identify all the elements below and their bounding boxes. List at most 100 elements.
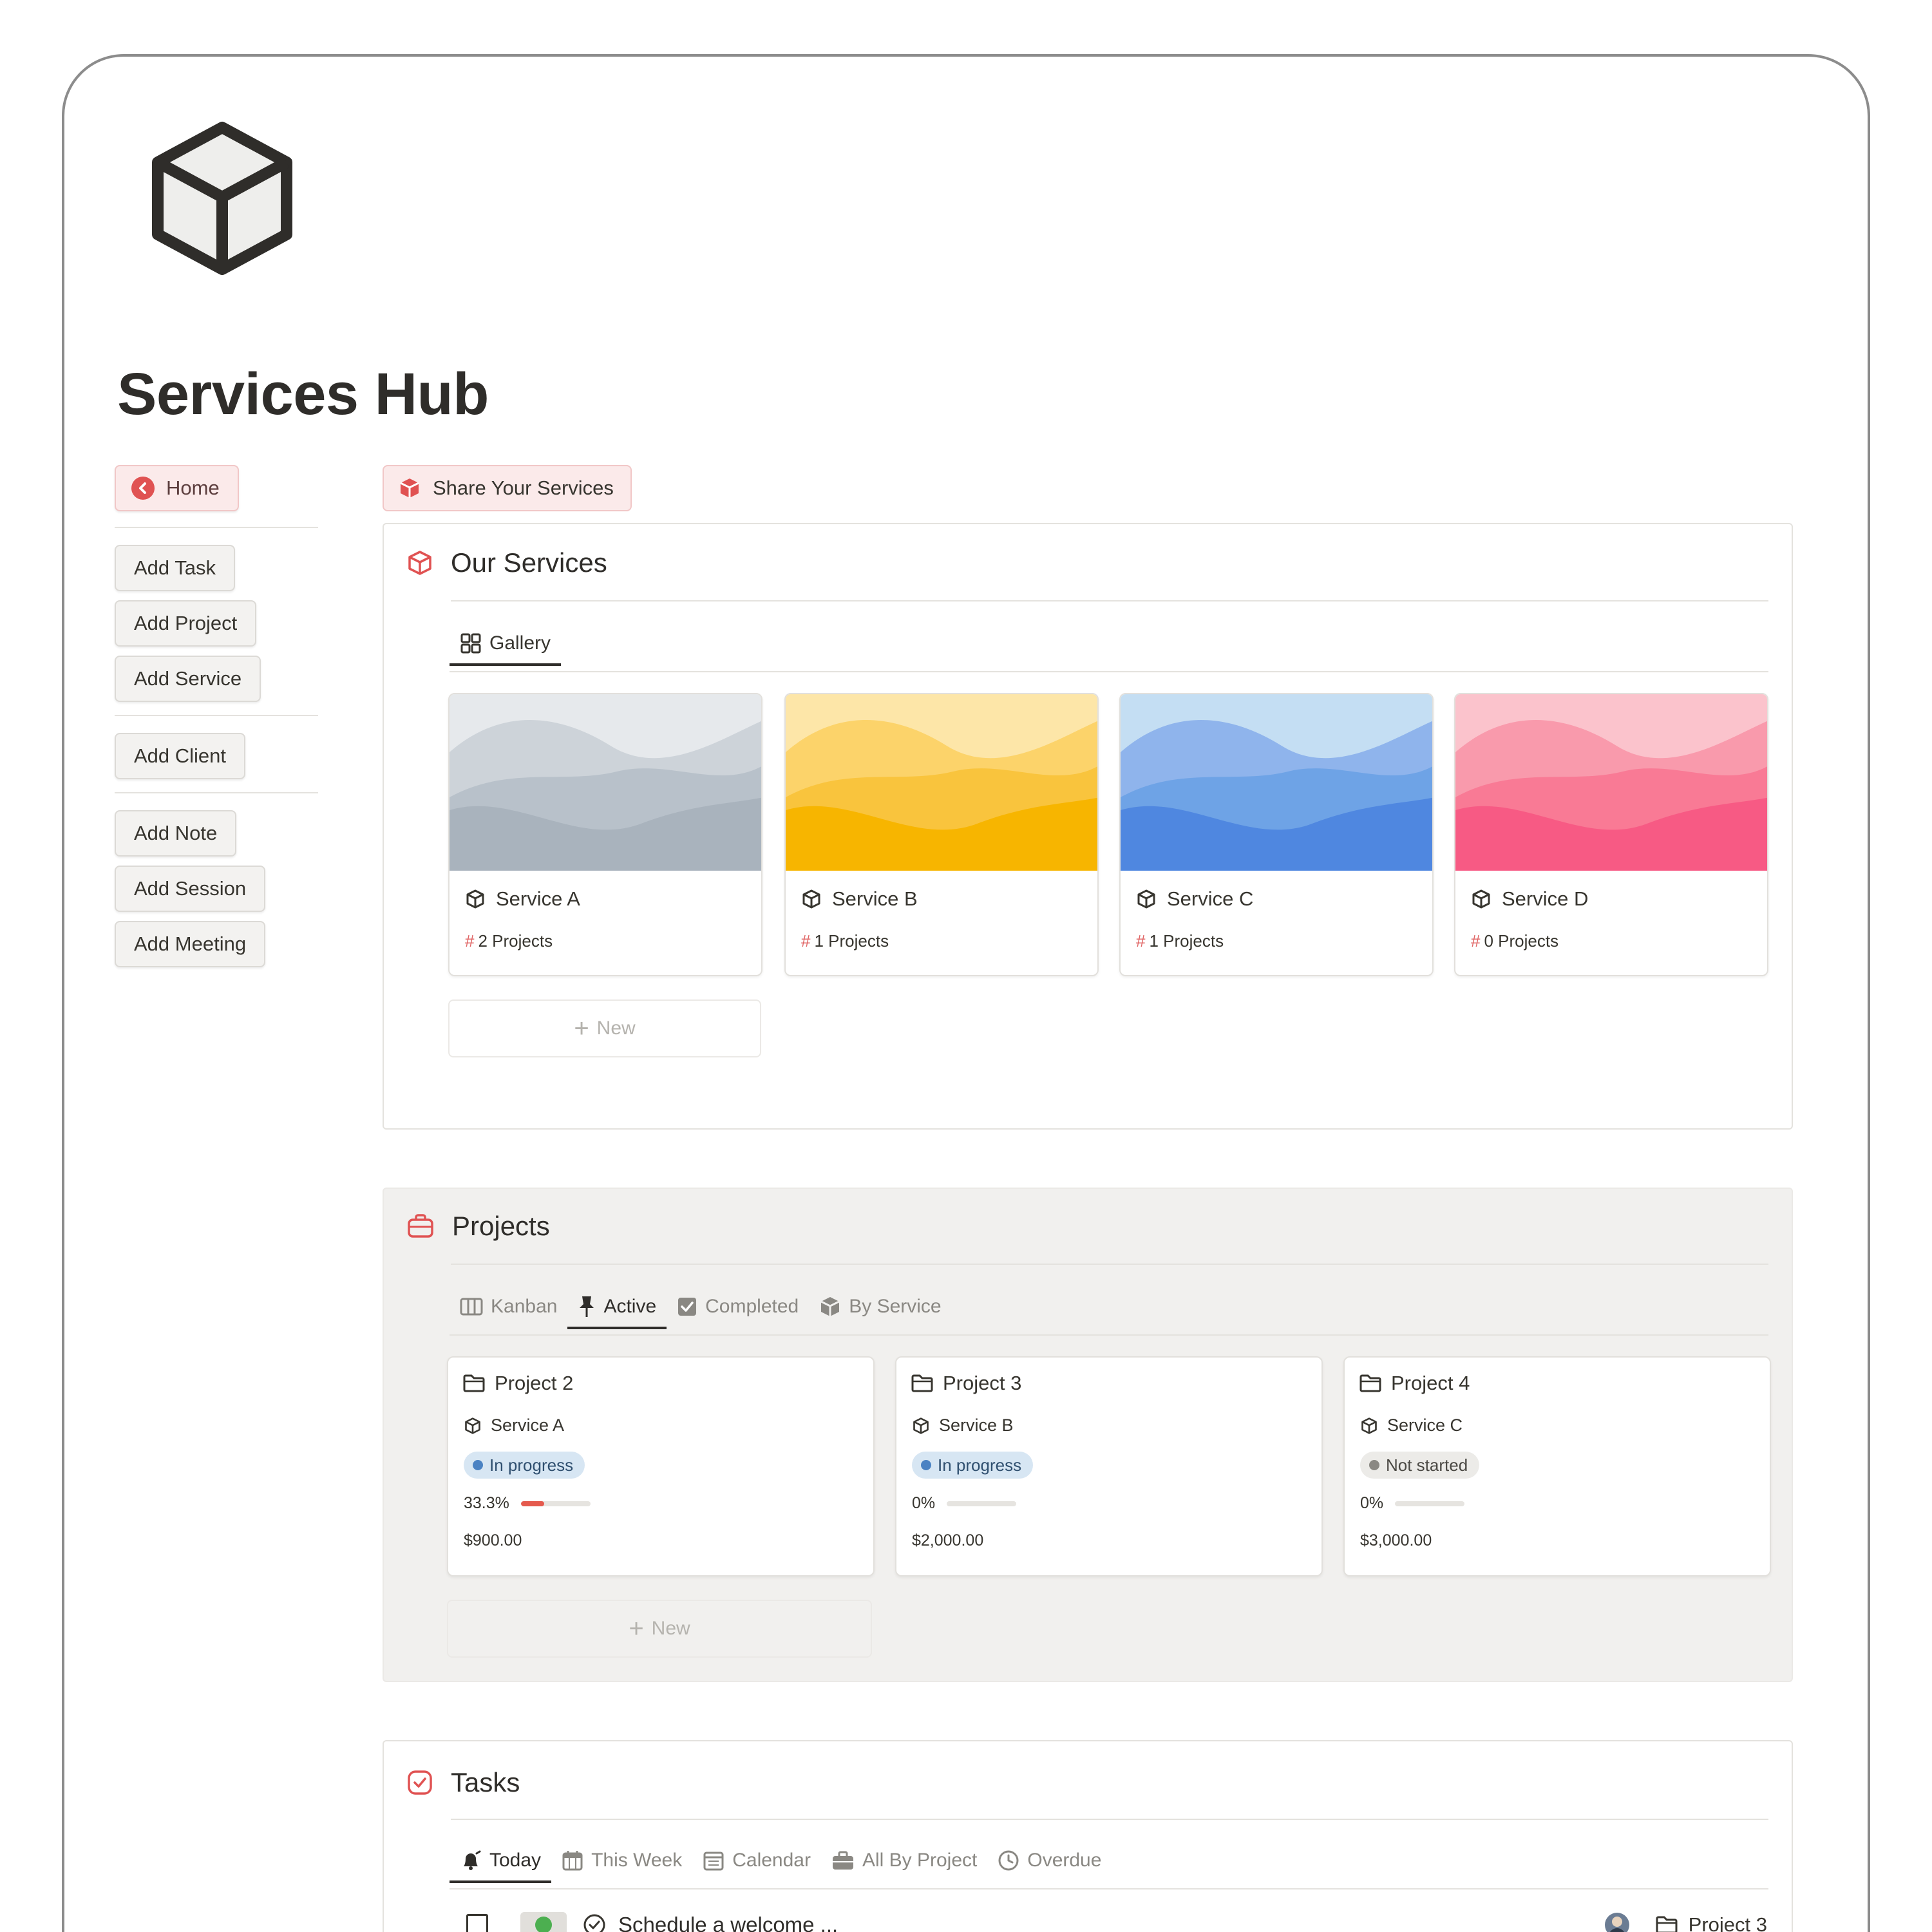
tab-this-week[interactable]: This Week [551,1838,692,1883]
project-service-label: Service C [1387,1416,1463,1435]
tab-active-label: Active [603,1296,657,1317]
project-card[interactable]: Project 3 Service B In progress 0% $2,000.00 [895,1356,1323,1577]
box-icon [1361,1417,1377,1434]
task-row[interactable]: Schedule a welcome ... Project 3 [466,1902,1767,1932]
sidebar-divider [115,715,318,716]
cube-icon [152,122,292,275]
service-project-count: #1 Projects [1136,931,1224,951]
check-circle-icon [583,1914,605,1932]
services-title: Our Services [451,547,607,578]
tab-kanban[interactable]: Kanban [450,1284,567,1329]
project-price: $2,000.00 [912,1531,984,1549]
tab-all-by-project[interactable]: All By Project [821,1838,987,1883]
project-name: Project 3 [911,1372,1021,1395]
plus-icon: + [574,1014,589,1043]
project-name-label: Project 3 [943,1372,1022,1394]
project-price: $3,000.00 [1360,1531,1432,1549]
service-card[interactable]: Service B #1 Projects [784,693,1099,976]
folder-icon [463,1374,485,1392]
pin-icon [580,1296,594,1317]
service-cover-image [786,694,1097,871]
project-price: $900.00 [464,1531,522,1549]
tab-by-service[interactable]: By Service [809,1284,951,1329]
add-meeting-button[interactable]: Add Meeting [115,921,266,967]
progress-bar [1395,1501,1465,1506]
service-project-count: #2 Projects [465,931,553,951]
service-cover-image [1455,694,1767,871]
task-checkbox[interactable] [466,1914,488,1932]
service-card[interactable]: Service A #2 Projects [448,693,762,976]
add-task-button[interactable]: Add Task [115,545,235,591]
project-count-label: 0 Projects [1484,931,1559,951]
tab-active[interactable]: Active [567,1284,667,1329]
calendar-icon [703,1852,724,1871]
service-card[interactable]: Service D #0 Projects [1454,693,1768,976]
box-icon [1472,889,1490,909]
tab-completed[interactable]: Completed [667,1284,809,1329]
task-status-toggle[interactable] [520,1912,567,1932]
status-dot [473,1460,483,1470]
avatar [1604,1913,1629,1932]
tab-today[interactable]: Today [450,1838,552,1883]
service-name: Service D [1471,887,1588,911]
progress-bar [520,1501,591,1506]
status-dot [1369,1460,1379,1470]
bell-icon [464,1850,481,1870]
project-progress: 0% [912,1494,1017,1513]
new-service-button[interactable]: + New [448,999,761,1057]
tabs-divider [450,1888,1768,1889]
project-count-label: 1 Projects [814,931,889,951]
calendar-week-icon [562,1851,583,1871]
tab-this-week-label: This Week [591,1850,683,1871]
add-client-button[interactable]: Add Client [115,733,246,779]
home-button[interactable]: Home [115,465,239,511]
tab-gallery[interactable]: Gallery [450,621,562,666]
share-services-button[interactable]: Share Your Services [383,465,632,511]
progress-fill [520,1501,544,1506]
share-services-label: Share Your Services [433,477,614,499]
add-note-button[interactable]: Add Note [115,810,237,857]
status-badge: In progress [464,1452,585,1479]
projects-header: Projects [407,1211,550,1242]
tab-calendar[interactable]: Calendar [692,1838,821,1883]
services-header: Our Services [407,547,607,578]
briefcase-icon [832,1851,853,1870]
status-label: In progress [938,1455,1022,1475]
task-title: Schedule a welcome ... [618,1913,838,1932]
project-progress: 33.3% [464,1494,591,1513]
header-divider [451,1819,1768,1820]
gallery-icon [460,633,481,654]
box-icon [802,889,820,909]
project-service-label: Service B [939,1416,1014,1435]
service-card[interactable]: Service C #1 Projects [1119,693,1434,976]
add-service-button[interactable]: Add Service [115,656,261,702]
status-badge: In progress [912,1452,1034,1479]
project-service: Service C [1360,1416,1463,1435]
add-session-button[interactable]: Add Session [115,866,266,912]
projects-title: Projects [452,1211,550,1241]
project-service: Service B [912,1416,1014,1435]
header-divider [451,1264,1768,1265]
add-project-button[interactable]: Add Project [115,600,257,647]
project-name-label: Project 2 [495,1372,574,1394]
new-service-label: New [596,1018,636,1039]
status-dot [921,1460,931,1470]
progress-label: 0% [912,1494,936,1512]
clock-icon [998,1850,1019,1871]
service-name: Service C [1136,887,1253,911]
service-name: Service B [801,887,918,911]
project-card[interactable]: Project 4 Service C Not started 0% $3,000.00 [1343,1356,1771,1577]
project-count-label: 1 Projects [1149,931,1224,951]
briefcase-icon [408,1214,433,1238]
tab-overdue[interactable]: Overdue [987,1838,1112,1883]
new-project-button[interactable]: + New [447,1600,872,1658]
service-cover-image [450,694,761,871]
kanban-icon [460,1298,483,1316]
checkbox-icon [678,1298,697,1316]
service-project-count: #1 Projects [801,931,889,951]
project-card[interactable]: Project 2 Service A In progress 33.3% $900.0… [447,1356,875,1577]
box-icon [820,1297,840,1316]
tab-all-by-project-label: All By Project [862,1850,978,1871]
tab-calendar-label: Calendar [732,1850,811,1871]
tab-kanban-label: Kanban [491,1296,558,1317]
